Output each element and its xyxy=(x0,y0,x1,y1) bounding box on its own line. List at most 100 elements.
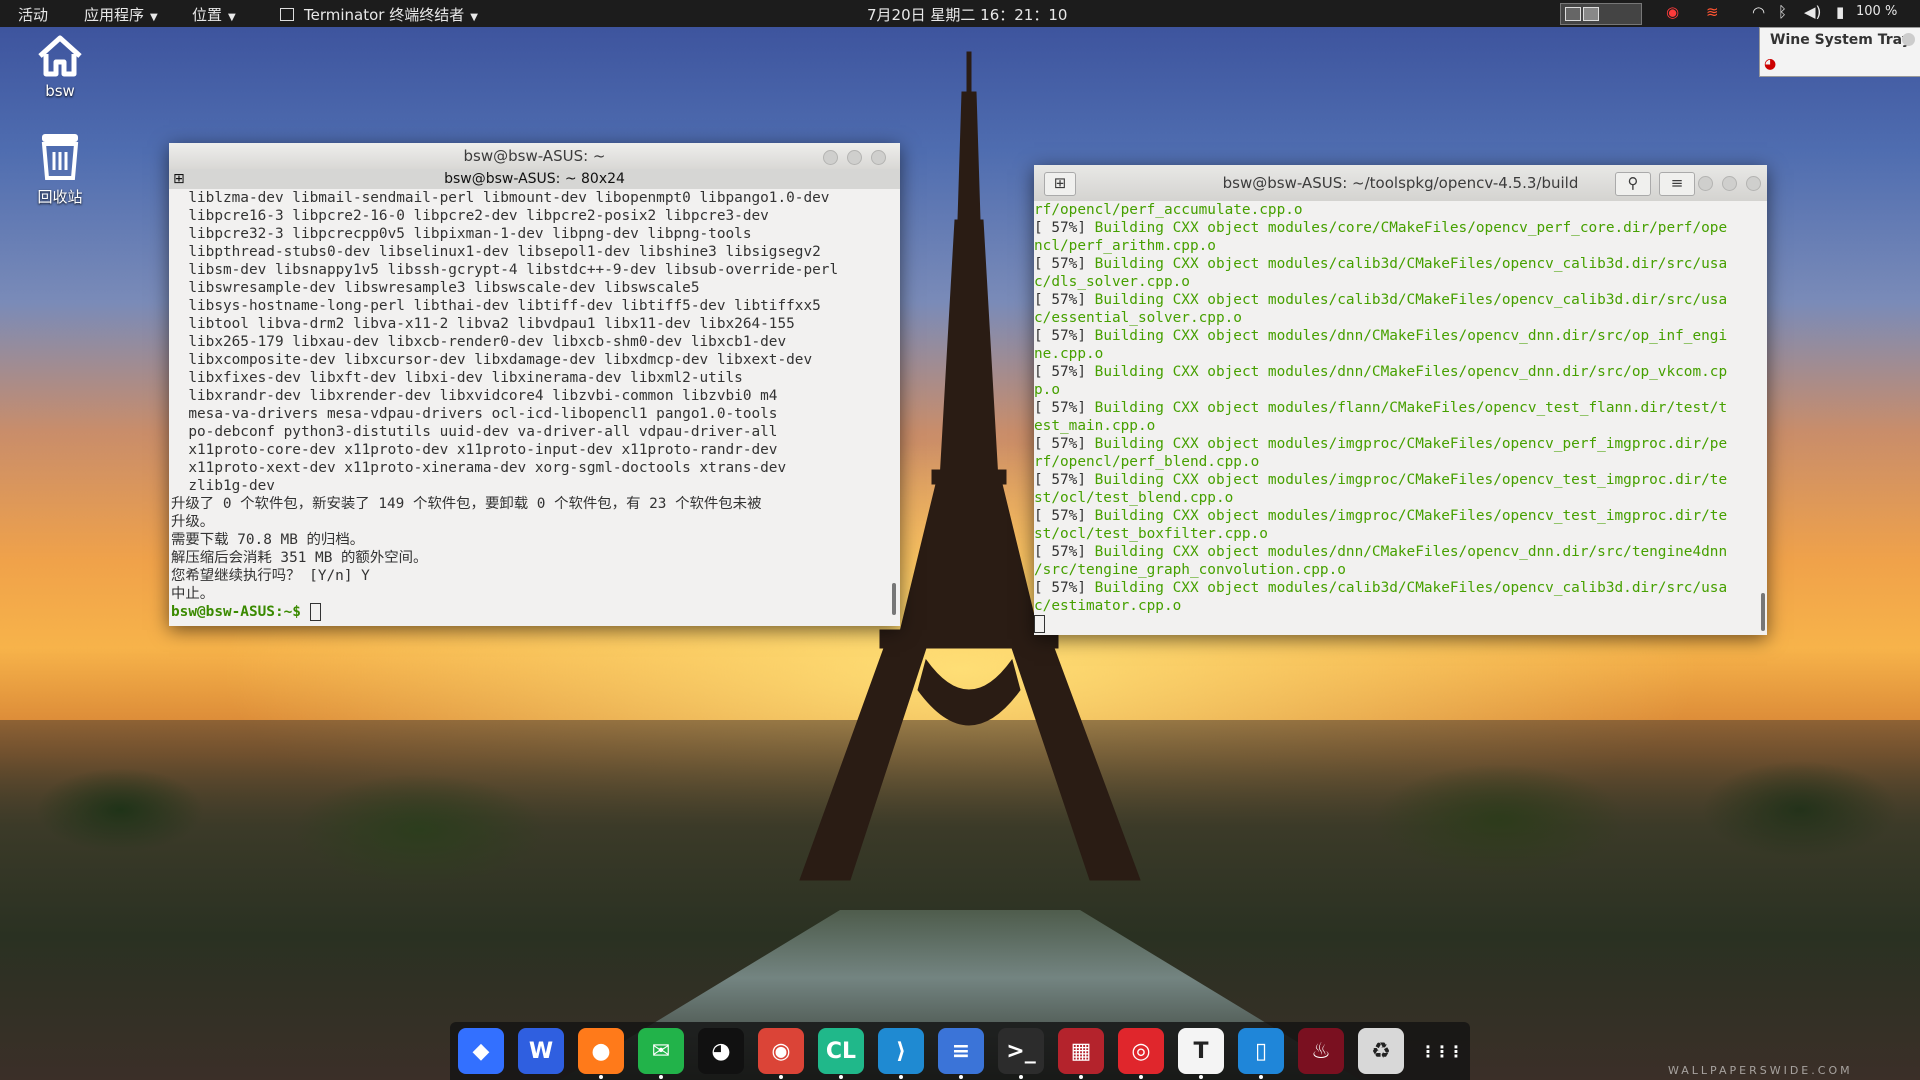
top-bar: 活动 应用程序 ▼ 位置 ▼ Terminator 终端终结者 ▼ 7月20日 星期二… xyxy=(0,0,1920,27)
build-line-continuation: est_main.cpp.o xyxy=(1034,418,1156,434)
running-indicator xyxy=(899,1075,903,1079)
workspace-switcher[interactable] xyxy=(1560,3,1642,25)
wine-icon[interactable]: ♨ xyxy=(1298,1028,1344,1074)
wechat-icon[interactable]: ✉ xyxy=(638,1028,684,1079)
running-indicator xyxy=(959,1075,963,1079)
terminal-line: x11proto-core-dev x11proto-dev x11proto-… xyxy=(171,442,778,458)
chrome-icon[interactable]: ◉ xyxy=(758,1028,804,1079)
battery-icon[interactable]: ▮ xyxy=(1836,3,1844,21)
desktop-trash[interactable]: 回收站 xyxy=(15,130,105,207)
wine-tray-close-button[interactable] xyxy=(1902,33,1915,46)
firefox-icon[interactable]: ● xyxy=(578,1028,624,1079)
menu-button[interactable]: ≡ xyxy=(1659,172,1695,196)
build-line-continuation: c/essential_solver.cpp.o xyxy=(1034,310,1242,326)
places-label: 位置 xyxy=(192,6,223,24)
netease-tray-icon[interactable]: ◉ xyxy=(1666,3,1679,21)
caret-down-icon: ▼ xyxy=(150,12,158,23)
right-terminal-output[interactable]: rf/opencl/perf_accumulate.cpp.o[ 57%] Bu… xyxy=(1034,201,1762,633)
clock[interactable]: 7月20日 星期二 16：21：10 xyxy=(867,4,1067,25)
wine-system-tray[interactable]: Wine System Tray ◕ xyxy=(1759,27,1920,77)
terminal-line: libpcre16-3 libpcre2-16-0 libpcre2-dev l… xyxy=(171,208,769,224)
minimize-button[interactable] xyxy=(823,150,838,165)
terminal-icon[interactable]: >_ xyxy=(998,1028,1044,1079)
qq-icon[interactable]: ◕ xyxy=(698,1028,744,1074)
build-line: [ 57%] Building CXX object modules/calib… xyxy=(1034,255,1762,273)
feishu-icon[interactable]: ◆ xyxy=(458,1028,504,1074)
desktop-home-folder[interactable]: bsw xyxy=(15,34,105,100)
trash-icon xyxy=(41,134,79,180)
app-menu[interactable]: Terminator 终端终结者 ▼ xyxy=(280,4,478,25)
qq-tray-icon[interactable]: ◕ xyxy=(1764,56,1776,72)
build-line: [ 57%] Building CXX object modules/core/… xyxy=(1034,219,1762,237)
vscode-icon[interactable]: ⟩ xyxy=(878,1028,924,1079)
netease-music-icon[interactable]: ◎ xyxy=(1118,1028,1164,1079)
terminal-grid-icon[interactable]: ⊞ xyxy=(173,169,185,189)
terminator-small-icon xyxy=(280,8,294,21)
battery-percentage: 100 % xyxy=(1856,4,1898,19)
build-message: Building CXX object modules/imgproc/CMak… xyxy=(1094,508,1728,524)
left-terminal-tab-bar[interactable]: ⊞ bsw@bsw-ASUS: ~ 80x24 xyxy=(169,169,900,189)
build-message: Building CXX object modules/calib3d/CMak… xyxy=(1094,256,1728,272)
maximize-button[interactable] xyxy=(1722,176,1737,191)
build-percentage: [ 57%] xyxy=(1034,364,1095,380)
new-tab-button[interactable]: ⊞ xyxy=(1044,172,1076,196)
activities-button[interactable]: 活动 xyxy=(18,4,48,25)
clion-icon[interactable]: CL xyxy=(818,1028,864,1079)
right-terminal-scrollbar[interactable] xyxy=(1761,593,1765,631)
left-terminal-titlebar[interactable]: bsw@bsw-ASUS: ~ xyxy=(169,143,900,169)
tablet-icon[interactable]: ▯ xyxy=(1238,1028,1284,1079)
terminal-line: libsys-hostname-long-perl libthai-dev li… xyxy=(171,298,821,314)
hamburger-icon: ≡ xyxy=(1670,174,1684,192)
terminal-line: libsm-dev libsnappy1v5 libssh-gcrypt-4 l… xyxy=(171,262,839,278)
new-tab-icon: ⊞ xyxy=(1053,174,1067,192)
terminator-icon[interactable]: ▦ xyxy=(1058,1028,1104,1079)
show-apps-icon[interactable]: ⋮⋮⋮ xyxy=(1418,1028,1464,1074)
right-terminal-titlebar[interactable]: ⊞ bsw@bsw-ASUS: ~/toolspkg/opencv-4.5.3/… xyxy=(1034,165,1767,201)
build-message: Building CXX object modules/imgproc/CMak… xyxy=(1094,436,1728,452)
build-message: Building CXX object modules/dnn/CMakeFil… xyxy=(1094,544,1728,560)
applications-menu[interactable]: 应用程序 ▼ xyxy=(84,4,158,25)
left-terminal-output[interactable]: liblzma-dev libmail-sendmail-perl libmou… xyxy=(171,189,887,624)
terminal-cursor-line xyxy=(1034,615,1762,633)
left-terminal-title: bsw@bsw-ASUS: ~ xyxy=(463,147,606,165)
build-line: [ 57%] Building CXX object modules/dnn/C… xyxy=(1034,363,1762,381)
maximize-button[interactable] xyxy=(847,150,862,165)
trash-icon[interactable]: ♻ xyxy=(1358,1028,1404,1074)
dock: ◆ W ● ✉ ◕ ◉ CL ⟩ ≡ >_ ▦ ◎ T ▯ ♨ ♻ ⋮⋮⋮ xyxy=(450,1022,1470,1080)
terminal-line: zlib1g-dev xyxy=(171,478,275,494)
running-indicator xyxy=(659,1075,663,1079)
build-percentage: [ 57%] xyxy=(1034,256,1095,272)
places-menu[interactable]: 位置 ▼ xyxy=(192,4,236,25)
build-percentage: [ 57%] xyxy=(1034,436,1095,452)
typora-icon[interactable]: T xyxy=(1178,1028,1224,1079)
wallpaper-watermark: WALLPAPERSWIDE.COM xyxy=(1668,1064,1853,1077)
running-indicator xyxy=(839,1075,843,1079)
app-tray-icon[interactable]: ≋ xyxy=(1706,3,1719,21)
terminal-prompt-line: bsw@bsw-ASUS:~$ xyxy=(171,603,887,621)
minimize-button[interactable] xyxy=(1698,176,1713,191)
left-terminal-scrollbar[interactable] xyxy=(892,583,896,615)
text-editor-icon[interactable]: ≡ xyxy=(938,1028,984,1079)
workspace-1[interactable] xyxy=(1565,7,1581,21)
search-button[interactable]: ⚲ xyxy=(1615,172,1651,196)
terminal-line: 您希望继续执行吗？ [Y/n] Y xyxy=(171,568,370,584)
build-line: [ 57%] Building CXX object modules/dnn/C… xyxy=(1034,543,1762,561)
wps-icon[interactable]: W xyxy=(518,1028,564,1074)
workspace-2[interactable] xyxy=(1583,7,1599,21)
running-indicator xyxy=(1019,1075,1023,1079)
terminal-line: libpcre32-3 libpcrecpp0v5 libpixman-1-de… xyxy=(171,226,752,242)
close-button[interactable] xyxy=(1746,176,1761,191)
wine-tray-title: Wine System Tray xyxy=(1770,32,1911,48)
build-message: Building CXX object modules/calib3d/CMak… xyxy=(1094,292,1728,308)
volume-icon[interactable]: ◀) xyxy=(1804,3,1821,21)
running-indicator xyxy=(1139,1075,1143,1079)
bluetooth-icon[interactable]: ᛒ xyxy=(1778,3,1787,21)
close-button[interactable] xyxy=(871,150,886,165)
build-percentage: [ 57%] xyxy=(1034,400,1095,416)
build-line-continuation: c/estimator.cpp.o xyxy=(1034,598,1182,614)
left-terminal-window[interactable]: bsw@bsw-ASUS: ~ ⊞ bsw@bsw-ASUS: ~ 80x24 … xyxy=(169,143,900,626)
wifi-icon[interactable]: ◠ xyxy=(1752,3,1765,21)
home-icon xyxy=(38,35,82,77)
terminal-line: po-debconf python3-distutils uuid-dev va… xyxy=(171,424,778,440)
right-terminal-window[interactable]: ⊞ bsw@bsw-ASUS: ~/toolspkg/opencv-4.5.3/… xyxy=(1034,165,1767,635)
